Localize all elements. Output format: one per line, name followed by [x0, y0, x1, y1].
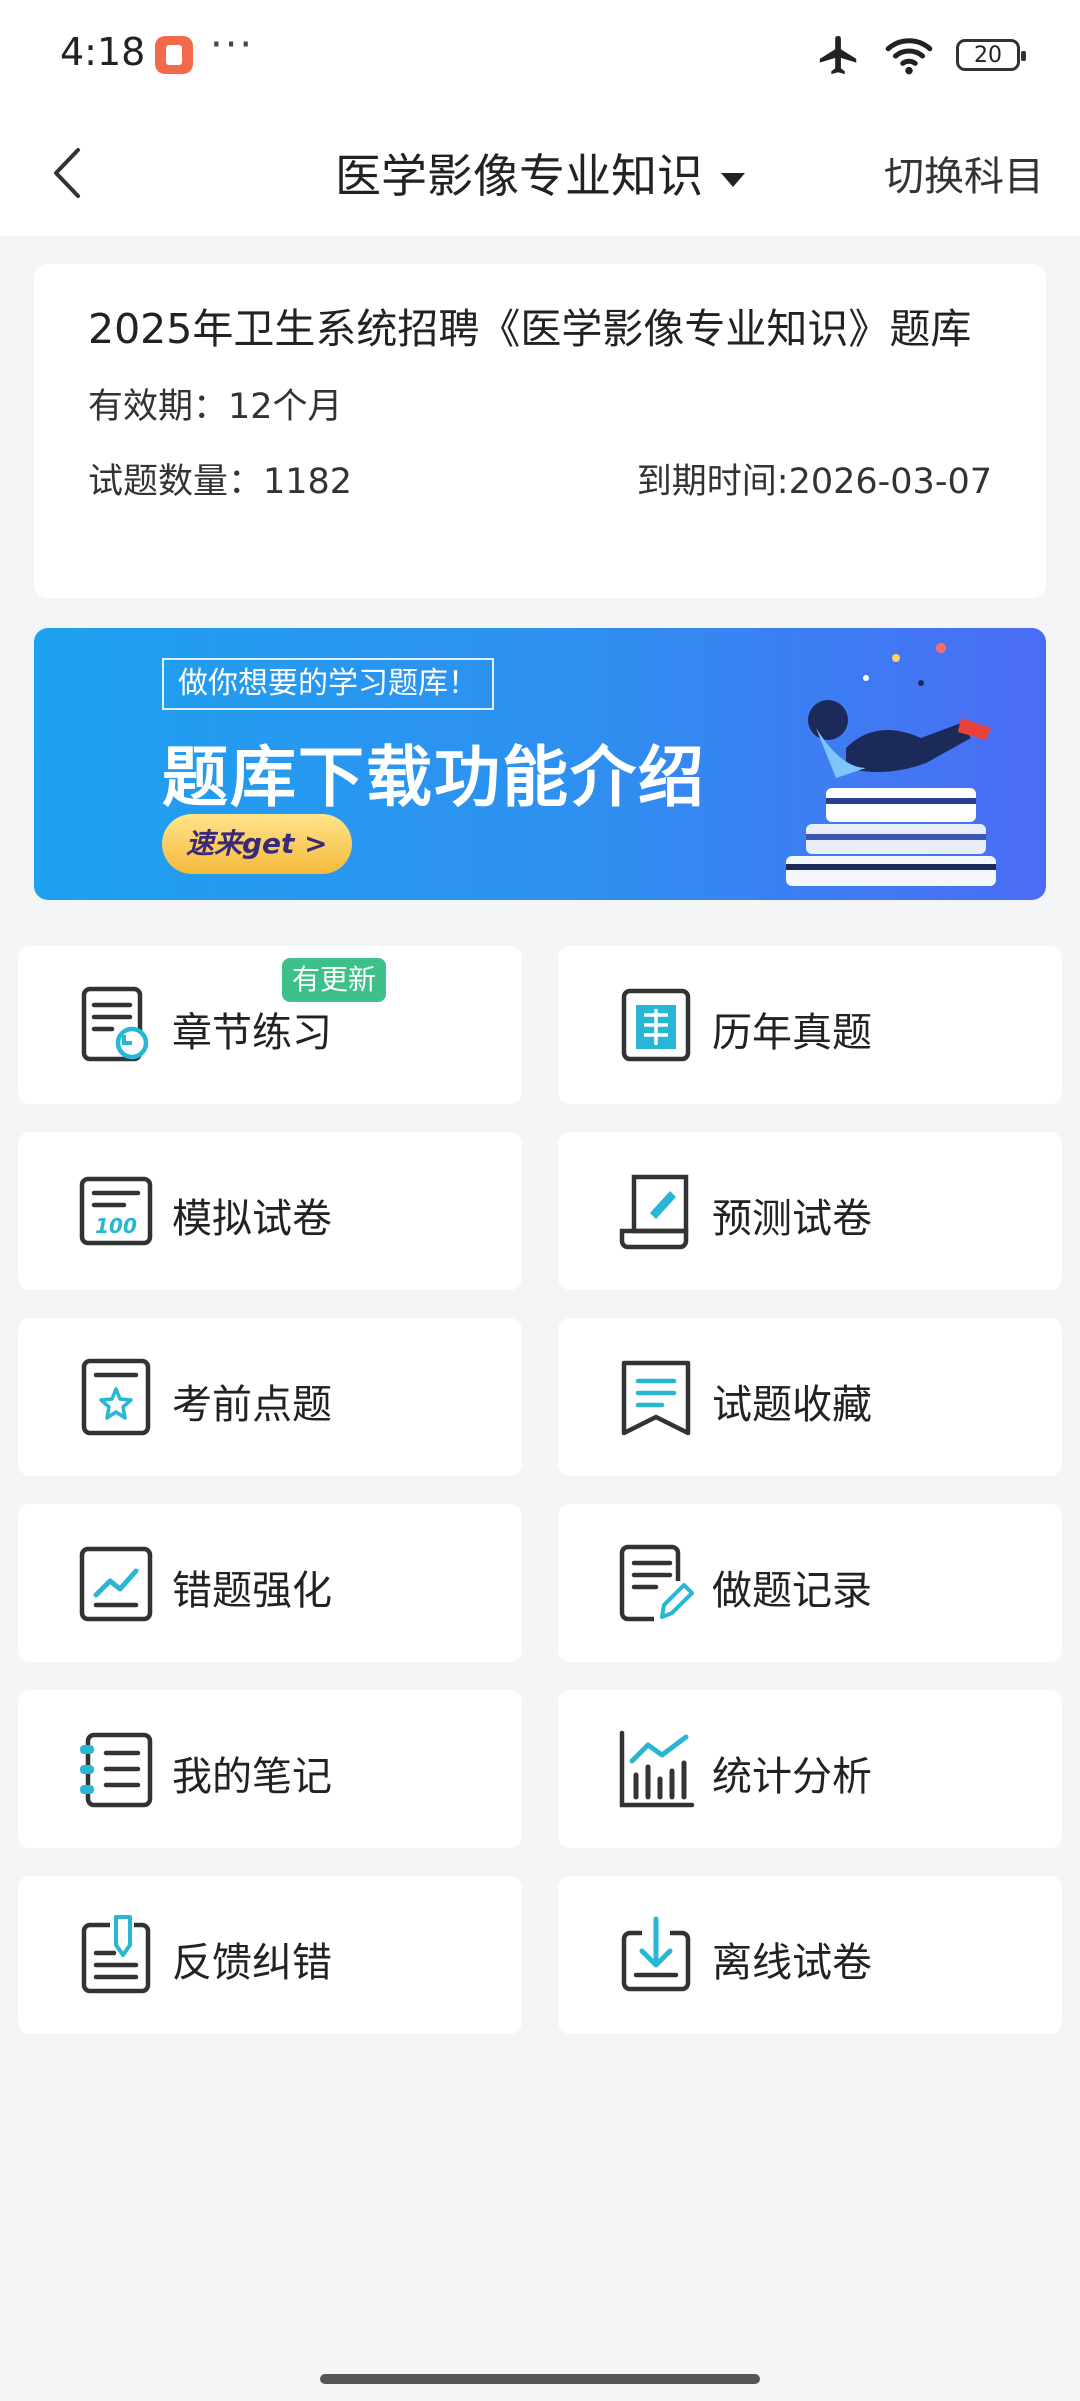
practice-record-icon [619, 1544, 694, 1622]
banner-cta-button[interactable]: 速来get > [162, 814, 352, 874]
notes-icon [80, 1732, 153, 1808]
tile-label: 考前点题 [172, 1382, 332, 1428]
forecast-paper-tile[interactable]: 预测试卷 [558, 1132, 1062, 1290]
practice-record-tile[interactable]: 做题记录 [558, 1504, 1062, 1662]
download-feature-banner[interactable]: 做你想要的学习题库！ 题库下载功能介绍 速来get > [34, 628, 1046, 900]
status-bar: 4:18 ··· 20 [0, 0, 1080, 110]
wifi-icon [885, 38, 933, 75]
question-bank-info-card: 2025年卫生系统招聘《医学影像专业知识》题库 有效期：12个月 试题数量：11… [34, 264, 1046, 598]
offline-download-icon [621, 1916, 691, 1992]
status-time: 4:18 [60, 30, 146, 74]
nav-bar: 医学影像专业知识 切换科目 [0, 110, 1080, 236]
more-notifications-icon: ··· [210, 22, 255, 68]
past-exams-tile[interactable]: 历年真题 [558, 946, 1062, 1104]
tile-label: 反馈纠错 [172, 1940, 332, 1986]
chapter-practice-tile[interactable]: 章节练习 有更新 [18, 946, 522, 1104]
airplane-mode-icon [819, 35, 857, 75]
past-exams-icon [621, 988, 691, 1062]
feedback-tile[interactable]: 反馈纠错 [18, 1876, 522, 2034]
tile-label: 预测试卷 [712, 1196, 872, 1242]
mock-paper-tile[interactable]: 100 模拟试卷 [18, 1132, 522, 1290]
notes-tile[interactable]: 我的笔记 [18, 1690, 522, 1848]
chevron-down-icon [721, 172, 745, 187]
feedback-icon [81, 1915, 151, 1994]
tile-label: 做题记录 [712, 1568, 872, 1614]
expiry-date: 到期时间:2026-03-07 [636, 462, 992, 502]
wrong-questions-tile[interactable]: 错题强化 [18, 1504, 522, 1662]
tile-label: 模拟试卷 [172, 1196, 332, 1242]
page-title: 医学影像专业知识 [335, 149, 703, 203]
pre-exam-tips-tile[interactable]: 考前点题 [18, 1318, 522, 1476]
bookmark-tile[interactable]: 试题收藏 [558, 1318, 1062, 1476]
banner-headline: 题库下载功能介绍 [162, 739, 706, 816]
tile-label: 试题收藏 [712, 1382, 872, 1428]
question-count: 试题数量：1182 [88, 462, 353, 502]
banner-tagline: 做你想要的学习题库！ [162, 658, 494, 710]
validity-period: 有效期：12个月 [88, 387, 343, 427]
tile-label: 我的笔记 [172, 1754, 332, 1800]
forecast-paper-icon [619, 1174, 689, 1250]
student-reading-illustration [786, 643, 996, 886]
battery-level: 20 [974, 42, 1002, 68]
pre-exam-tips-icon [81, 1358, 151, 1436]
statistics-icon [619, 1730, 695, 1808]
tile-label: 统计分析 [712, 1754, 872, 1800]
tile-label: 离线试卷 [712, 1940, 872, 1986]
app-notification-icon [155, 36, 193, 74]
offline-paper-tile[interactable]: 离线试卷 [558, 1876, 1062, 2034]
svg-text:100: 100 [95, 1214, 137, 1238]
question-bank-title: 2025年卫生系统招聘《医学影像专业知识》题库 [88, 305, 972, 353]
battery-icon: 20 [956, 39, 1026, 71]
home-indicator[interactable] [320, 2374, 760, 2384]
tile-label: 错题强化 [172, 1568, 332, 1614]
mock-paper-icon: 100 [79, 1176, 153, 1246]
tile-label: 章节练习 [172, 1010, 332, 1056]
tile-label: 历年真题 [712, 1010, 872, 1056]
statistics-tile[interactable]: 统计分析 [558, 1690, 1062, 1848]
bookmark-icon [621, 1360, 691, 1436]
chapter-practice-icon [81, 986, 149, 1062]
update-badge: 有更新 [282, 958, 387, 1002]
wrong-questions-icon [79, 1546, 153, 1622]
switch-subject-button[interactable]: 切换科目 [884, 144, 1044, 202]
